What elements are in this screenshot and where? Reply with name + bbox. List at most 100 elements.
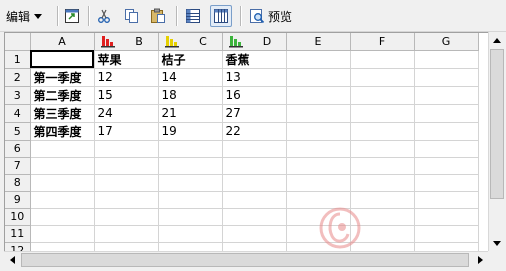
cell[interactable] (286, 225, 351, 243)
cell[interactable]: 21 (158, 104, 223, 123)
cell[interactable] (350, 208, 415, 226)
cell[interactable]: 13 (222, 68, 287, 87)
scroll-right-button[interactable] (472, 252, 488, 268)
row-header[interactable]: 2 (5, 68, 31, 87)
export-button[interactable] (61, 5, 83, 27)
column-header-c[interactable]: C (158, 33, 223, 51)
cell[interactable] (158, 225, 223, 243)
cell[interactable] (350, 68, 415, 87)
row-header[interactable]: 9 (5, 191, 31, 209)
cell[interactable] (414, 86, 479, 105)
cell[interactable]: 18 (158, 86, 223, 105)
row-header[interactable]: 12 (5, 242, 31, 251)
row-view-button[interactable] (182, 5, 204, 27)
cell[interactable] (158, 174, 223, 192)
cell[interactable] (222, 242, 287, 251)
row-header[interactable]: 8 (5, 174, 31, 192)
row-header[interactable]: 1 (5, 50, 31, 69)
edit-menu[interactable]: 编辑 (4, 5, 54, 27)
cell[interactable] (222, 191, 287, 209)
vertical-scrollbar[interactable] (488, 32, 505, 251)
cell[interactable] (94, 140, 159, 158)
cell[interactable] (158, 242, 223, 251)
cell[interactable] (350, 140, 415, 158)
preview-button[interactable]: 预览 (247, 5, 297, 27)
cell[interactable] (414, 68, 479, 87)
cell[interactable] (286, 122, 351, 141)
cell[interactable]: 苹果 (94, 50, 159, 69)
horizontal-scroll-thumb[interactable] (21, 253, 469, 267)
row-header[interactable]: 4 (5, 104, 31, 123)
row-header[interactable]: 6 (5, 140, 31, 158)
cell[interactable] (414, 208, 479, 226)
cell[interactable] (94, 208, 159, 226)
cell[interactable]: 15 (94, 86, 159, 105)
paste-button[interactable] (147, 5, 169, 27)
column-header-d[interactable]: D (222, 33, 287, 51)
cell[interactable] (286, 140, 351, 158)
row-header[interactable]: 10 (5, 208, 31, 226)
cell[interactable] (286, 191, 351, 209)
cell[interactable] (222, 174, 287, 192)
cell[interactable]: 14 (158, 68, 223, 87)
cell[interactable] (222, 140, 287, 158)
cell[interactable] (286, 157, 351, 175)
cell[interactable] (350, 225, 415, 243)
cell[interactable]: 12 (94, 68, 159, 87)
cell[interactable] (222, 225, 287, 243)
horizontal-scrollbar[interactable] (4, 251, 488, 268)
cell[interactable]: 第三季度 (30, 104, 95, 123)
cell[interactable] (414, 242, 479, 251)
cell[interactable] (350, 174, 415, 192)
cell[interactable]: 17 (94, 122, 159, 141)
cell[interactable] (286, 242, 351, 251)
cell[interactable] (414, 174, 479, 192)
cell[interactable] (350, 122, 415, 141)
cell[interactable] (30, 242, 95, 251)
row-header[interactable]: 5 (5, 122, 31, 141)
cell[interactable] (94, 191, 159, 209)
cell[interactable] (350, 191, 415, 209)
cell[interactable]: 第一季度 (30, 68, 95, 87)
cell[interactable] (94, 242, 159, 251)
cell[interactable] (286, 174, 351, 192)
cell[interactable] (414, 50, 479, 69)
spreadsheet-grid[interactable]: A B C D E F G 1 苹果 桔子 香蕉 2 第一季度 12 14 13 3 第二季度 15 18 16 4 第三季… (4, 32, 488, 251)
scroll-up-button[interactable] (489, 32, 505, 48)
cell[interactable] (414, 122, 479, 141)
column-header-e[interactable]: E (286, 33, 351, 51)
cell[interactable]: 24 (94, 104, 159, 123)
cell[interactable] (94, 174, 159, 192)
column-header-b[interactable]: B (94, 33, 159, 51)
column-header-a[interactable]: A (30, 33, 95, 51)
cell[interactable]: 第四季度 (30, 122, 95, 141)
cell[interactable]: 16 (222, 86, 287, 105)
copy-button[interactable] (120, 5, 142, 27)
cell[interactable] (350, 157, 415, 175)
cell[interactable] (30, 191, 95, 209)
select-all-corner[interactable] (5, 33, 31, 51)
cell[interactable] (350, 242, 415, 251)
cell[interactable] (350, 104, 415, 123)
cell[interactable] (286, 68, 351, 87)
cell[interactable] (414, 104, 479, 123)
scroll-left-button[interactable] (4, 252, 20, 268)
cell[interactable]: 22 (222, 122, 287, 141)
cell[interactable] (94, 157, 159, 175)
cell[interactable]: 第二季度 (30, 86, 95, 105)
cell[interactable] (30, 140, 95, 158)
row-header[interactable]: 3 (5, 86, 31, 105)
column-header-g[interactable]: G (414, 33, 479, 51)
cell[interactable]: 香蕉 (222, 50, 287, 69)
cell[interactable] (158, 157, 223, 175)
column-header-f[interactable]: F (350, 33, 415, 51)
cell[interactable] (286, 50, 351, 69)
cell[interactable]: 27 (222, 104, 287, 123)
cell[interactable] (30, 50, 95, 69)
scroll-down-button[interactable] (489, 235, 505, 251)
cut-button[interactable] (93, 5, 115, 27)
cell[interactable] (414, 225, 479, 243)
row-header[interactable]: 7 (5, 157, 31, 175)
cell[interactable] (30, 157, 95, 175)
cell[interactable] (414, 140, 479, 158)
